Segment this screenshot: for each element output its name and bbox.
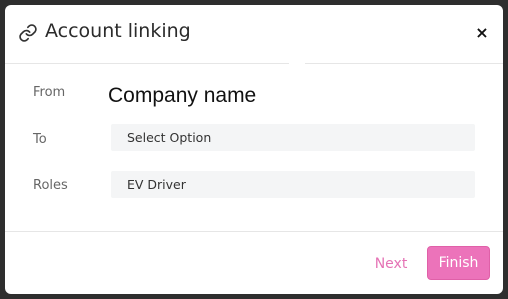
modal-title: Account linking [45,20,191,42]
from-company-name: Company name [108,84,257,107]
close-icon[interactable]: × [472,21,492,45]
to-select[interactable]: Select Option [111,124,475,151]
finish-button[interactable]: Finish [427,246,490,280]
from-label: From [33,85,66,100]
to-label: To [33,132,47,147]
footer-divider [5,231,503,232]
account-linking-modal: Account linking × From Company name To S… [5,5,503,294]
roles-label: Roles [33,178,68,193]
roles-field[interactable]: EV Driver [111,171,475,198]
next-button[interactable]: Next [368,249,414,279]
header-divider-gap [289,62,305,65]
link-icon [19,24,37,42]
